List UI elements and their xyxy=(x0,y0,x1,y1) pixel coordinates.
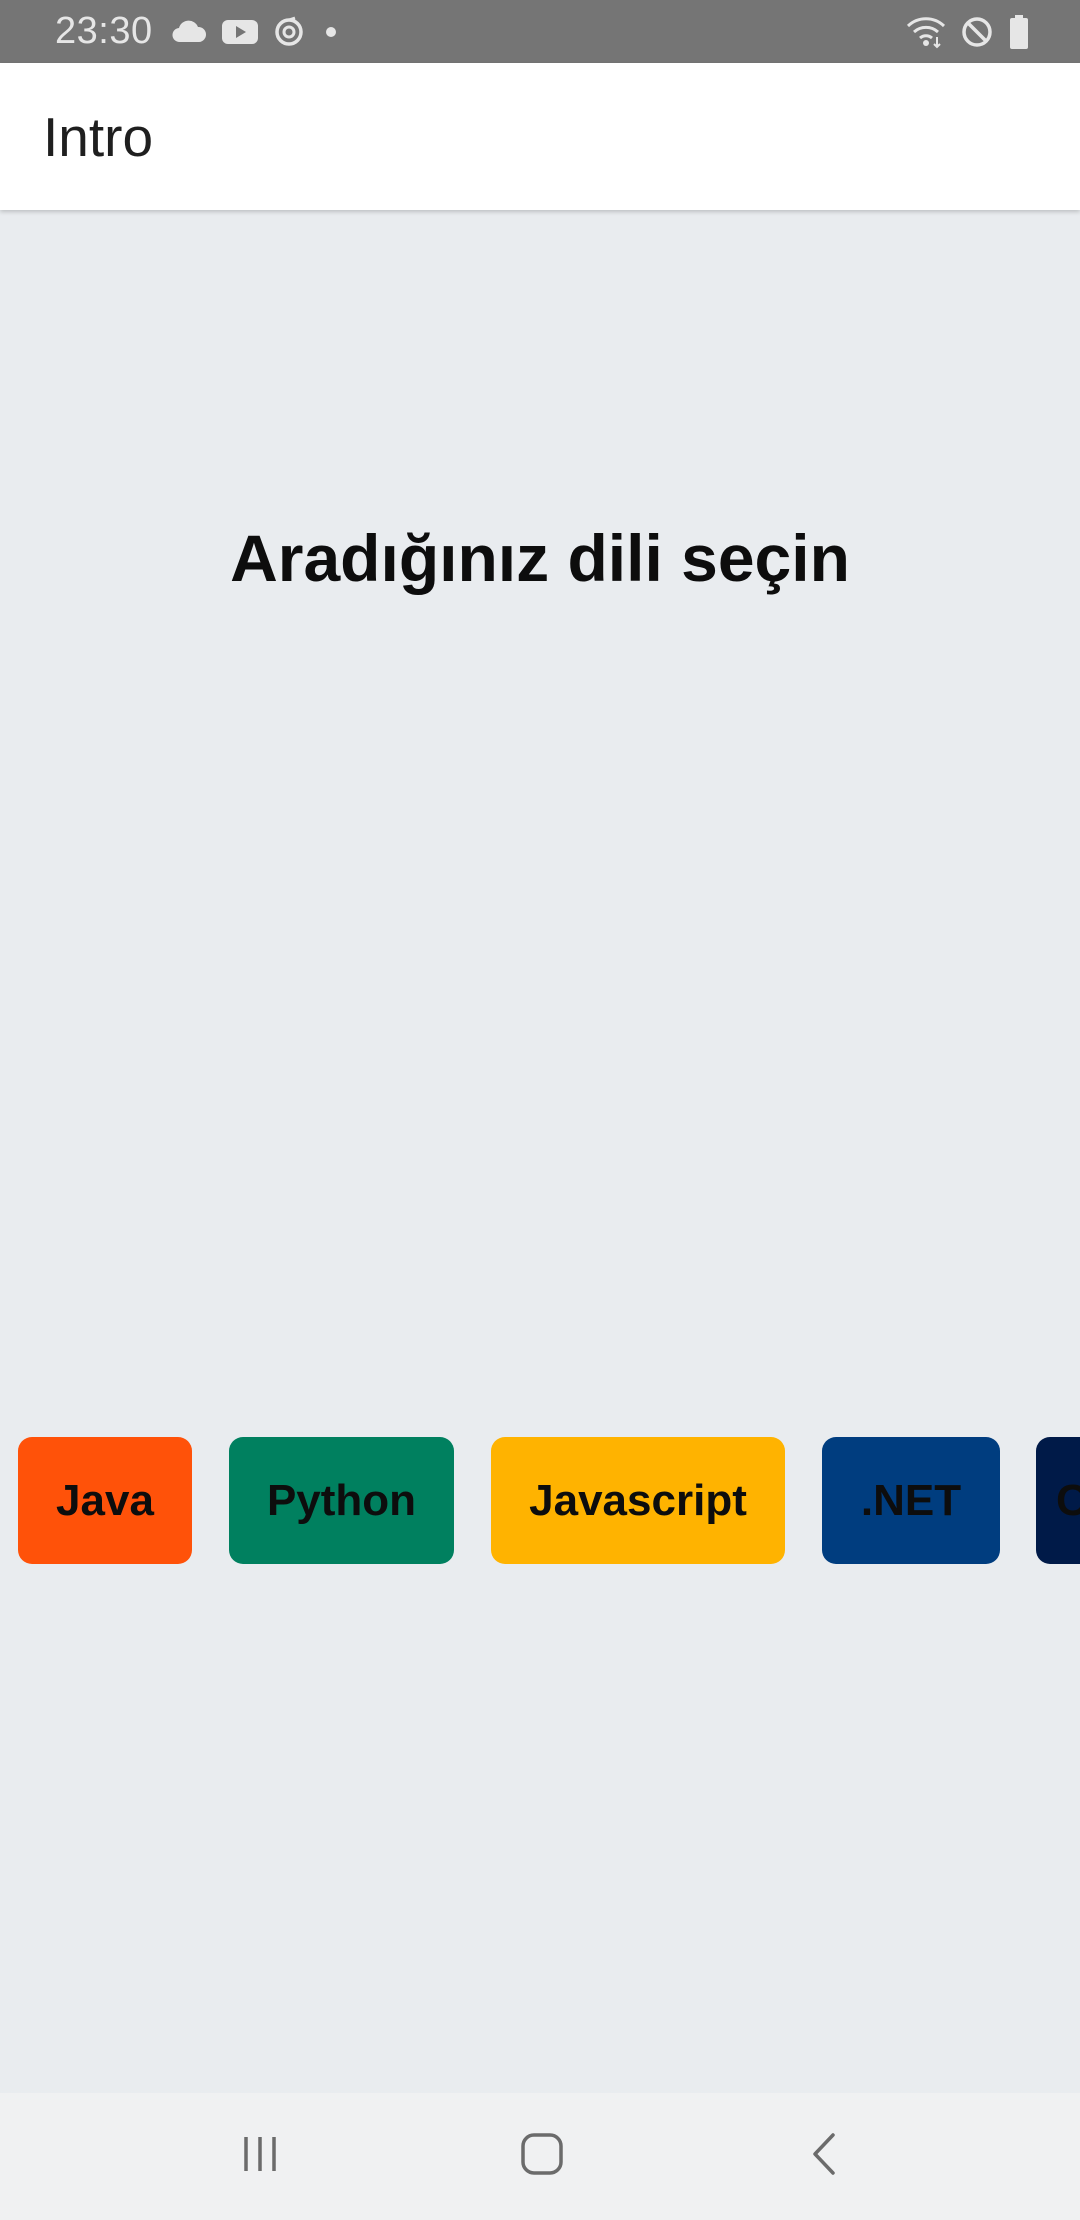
language-chip-label: Java xyxy=(56,1475,154,1525)
language-chip-javascript[interactable]: Javascript xyxy=(491,1437,785,1564)
status-time: 23:30 xyxy=(55,10,153,52)
language-chip-java[interactable]: Java xyxy=(18,1437,192,1564)
page-heading: Aradığınız dili seçin xyxy=(230,521,850,595)
language-chip-label: .NET xyxy=(860,1475,962,1525)
status-notification-icons xyxy=(171,16,343,48)
app-title: Intro xyxy=(43,105,154,168)
recent-apps-icon xyxy=(238,2134,282,2179)
language-chip-python[interactable]: Python xyxy=(229,1437,454,1564)
youtube-icon xyxy=(221,18,259,46)
home-icon xyxy=(519,2131,565,2182)
language-chip-label: C xyxy=(1056,1475,1080,1525)
language-chip-c[interactable]: C xyxy=(1036,1437,1080,1564)
cloud-icon xyxy=(171,20,207,44)
language-list[interactable]: Java Python Javascript .NET C xyxy=(0,1437,1080,1564)
language-chip-dotnet[interactable]: .NET xyxy=(822,1437,1000,1564)
back-button[interactable] xyxy=(754,2093,894,2220)
status-system-icons xyxy=(906,14,1030,50)
language-chip-label: Python xyxy=(266,1475,417,1525)
language-chip-label: Javascript xyxy=(529,1475,747,1525)
dot-icon xyxy=(319,20,343,44)
status-bar: 23:30 xyxy=(0,0,1080,63)
back-icon xyxy=(809,2131,839,2182)
sync-icon xyxy=(273,16,305,48)
battery-icon xyxy=(1008,14,1030,50)
wifi-icon xyxy=(906,15,946,49)
do-not-disturb-icon xyxy=(960,15,994,49)
screen: 23:30 Intro Aradığınız dili seçin Java P… xyxy=(0,0,1080,2220)
home-button[interactable] xyxy=(472,2093,612,2220)
navigation-bar xyxy=(0,2093,1080,2220)
recent-apps-button[interactable] xyxy=(190,2093,330,2220)
app-bar: Intro xyxy=(0,63,1080,210)
